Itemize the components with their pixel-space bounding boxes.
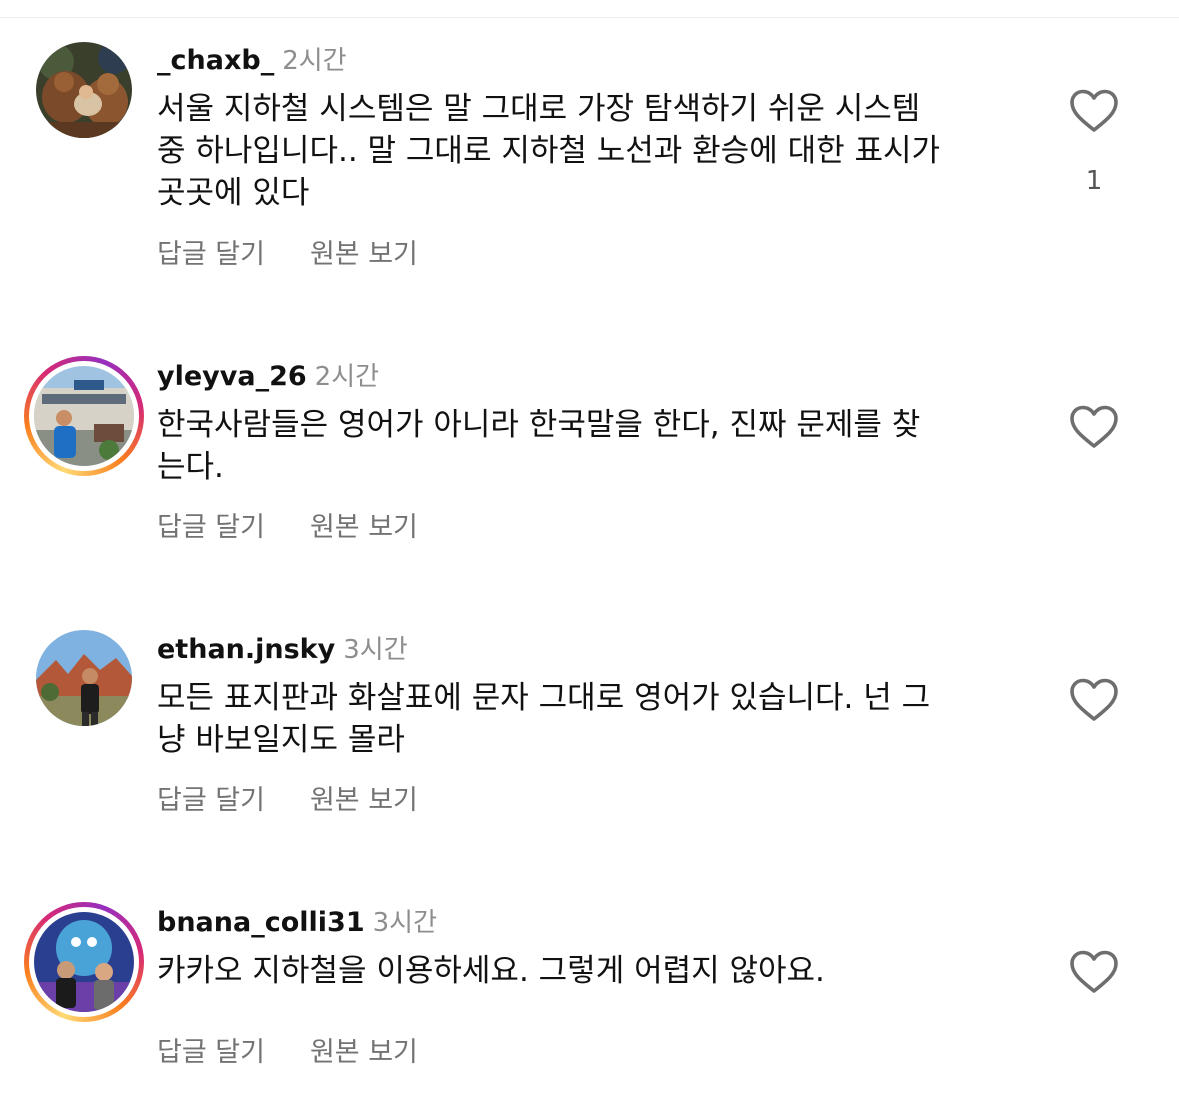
comment-actions: 답글 달기 원본 보기 xyxy=(157,511,418,545)
comment-text: 서울 지하철 시스템은 말 그대로 가장 탐색하기 쉬운 시스템 중 하나입니다… xyxy=(157,91,941,211)
heart-outline-icon[interactable] xyxy=(1070,950,1118,994)
timestamp: 3시간 xyxy=(372,908,437,938)
comment-actions: 답글 달기 원본 보기 xyxy=(157,1036,418,1070)
story-ring[interactable] xyxy=(24,902,144,1022)
comment-text: 한국사람들은 영어가 아니라 한국말을 한다, 진짜 문제를 찾 는다. xyxy=(157,407,921,485)
see-original-button[interactable]: 원본 보기 xyxy=(310,512,418,543)
avatar[interactable] xyxy=(36,630,132,726)
username[interactable]: bnana_colli31 xyxy=(157,907,365,938)
comment-actions: 답글 달기 원본 보기 xyxy=(157,238,418,272)
username[interactable]: _chaxb_ xyxy=(157,45,274,76)
comment-actions: 답글 달기 원본 보기 xyxy=(157,784,418,818)
comment-header: yleyva_26 2시간 xyxy=(157,360,379,394)
story-ring[interactable] xyxy=(24,356,144,476)
username[interactable]: ethan.jnsky xyxy=(157,634,335,665)
avatar[interactable] xyxy=(34,366,134,466)
comment-header: bnana_colli31 3시간 xyxy=(157,906,437,940)
reply-button[interactable]: 답글 달기 xyxy=(157,512,265,543)
avatar[interactable] xyxy=(34,912,134,1012)
comment-text: 모든 표지판과 화살표에 문자 그대로 영어가 있습니다. 넌 그 냥 바보일지… xyxy=(157,680,931,758)
reply-button[interactable]: 답글 달기 xyxy=(157,1037,265,1068)
see-original-button[interactable]: 원본 보기 xyxy=(310,785,418,816)
username[interactable]: yleyva_26 xyxy=(157,361,307,392)
top-divider xyxy=(0,17,1179,18)
heart-outline-icon[interactable] xyxy=(1070,405,1118,449)
comment-header: _chaxb_ 2시간 xyxy=(157,44,347,78)
reply-button[interactable]: 답글 달기 xyxy=(157,785,265,816)
timestamp: 3시간 xyxy=(343,635,408,665)
see-original-button[interactable]: 원본 보기 xyxy=(310,239,418,270)
timestamp: 2시간 xyxy=(282,46,347,76)
comment-text: 카카오 지하철을 이용하세요. 그렇게 어렵지 않아요. xyxy=(157,953,825,989)
reply-button[interactable]: 답글 달기 xyxy=(157,239,265,270)
heart-outline-icon[interactable] xyxy=(1070,678,1118,722)
comment-header: ethan.jnsky 3시간 xyxy=(157,633,408,667)
heart-outline-icon[interactable] xyxy=(1070,89,1118,133)
like-count: 1 xyxy=(1085,166,1103,196)
see-original-button[interactable]: 원본 보기 xyxy=(310,1037,418,1068)
avatar[interactable] xyxy=(36,42,132,138)
timestamp: 2시간 xyxy=(314,362,380,392)
